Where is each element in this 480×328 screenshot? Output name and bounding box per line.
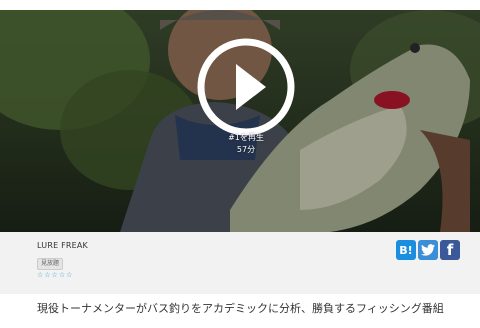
status-badge: 見放題 [37, 258, 64, 270]
top-strip [0, 0, 480, 10]
program-description: 現役トーナメンターがバス釣りをアカデミックに分析、勝負するフィッシング番組 [37, 302, 444, 315]
video-duration: 57分 [236, 145, 256, 154]
hatena-bookmark-icon: B! [399, 243, 413, 257]
play-episode-label: #1を再生 [228, 133, 264, 142]
facebook-icon: f [446, 241, 454, 259]
hatena-bookmark-button[interactable]: B! [396, 240, 416, 260]
play-button[interactable] [196, 37, 296, 137]
twitter-bird-icon [421, 244, 435, 256]
twitter-share-button[interactable] [418, 240, 438, 260]
facebook-share-button[interactable]: f [440, 240, 460, 260]
play-icon [197, 38, 295, 136]
rating-stars[interactable]: ☆☆☆☆☆ [37, 271, 73, 279]
program-title: LURE FREAK [37, 241, 89, 250]
